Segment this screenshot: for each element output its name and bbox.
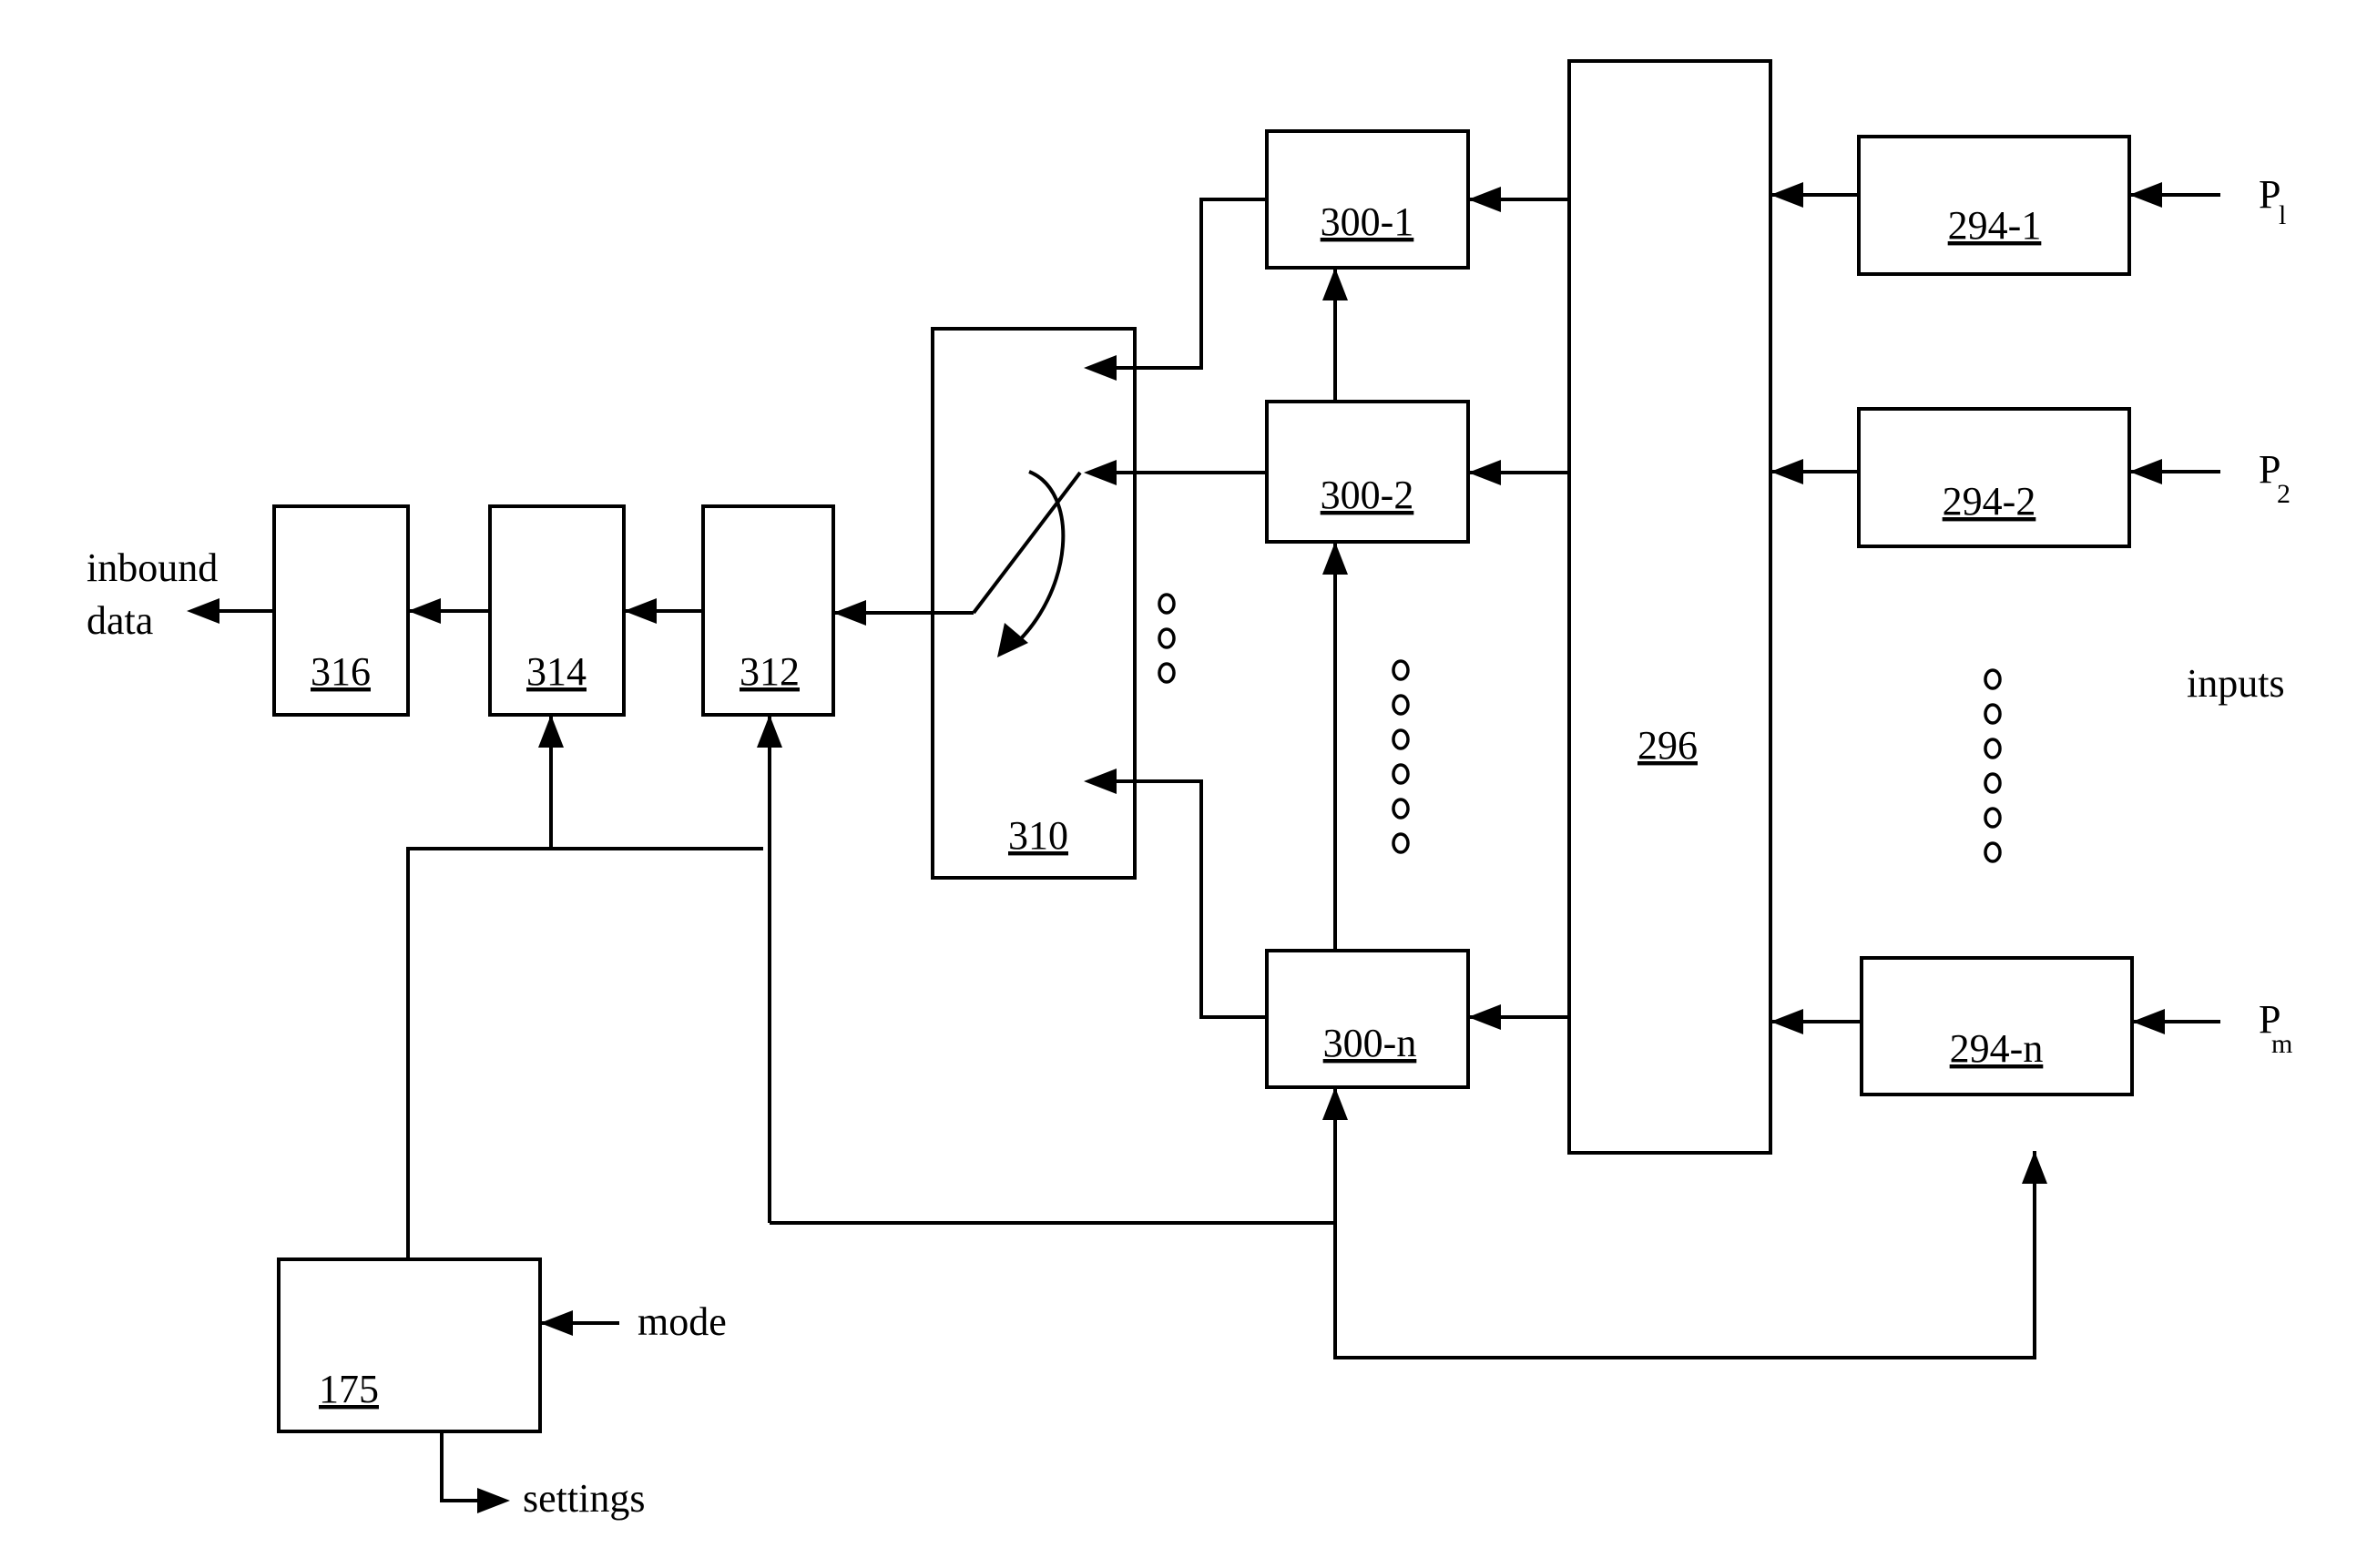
label-pm-sub: m xyxy=(2271,1029,2292,1059)
control-to-294 xyxy=(1333,1151,2036,1359)
port-ellipsis-dot xyxy=(1984,703,2002,725)
ellipsis-processors xyxy=(1392,659,1410,854)
block-312: 312 xyxy=(701,504,835,717)
arrow-to-294-control-icon xyxy=(2022,1151,2047,1184)
arrow-to-312-control-icon xyxy=(757,715,782,748)
processor-ellipsis-dot xyxy=(1392,798,1410,820)
arrow-to-294-n-icon xyxy=(2132,1009,2165,1034)
arrow-to-300-n-up-icon xyxy=(1322,1087,1348,1120)
label-p1-base: P xyxy=(2259,172,2280,217)
arrow-mode-into-175-icon xyxy=(540,1310,573,1336)
block-300-2-label: 300-2 xyxy=(1321,473,1414,517)
block-300-n-label: 300-n xyxy=(1323,1021,1417,1065)
label-p2: P 2 xyxy=(2259,447,2290,509)
arrow-to-296-c-icon xyxy=(1770,1009,1803,1034)
block-294-1: 294-1 xyxy=(1857,135,2131,276)
switch-ellipsis-dot xyxy=(1158,627,1176,649)
arrow-to-300-2-icon xyxy=(1468,460,1501,485)
arrow-to-314-control-icon xyxy=(538,715,564,748)
block-294-2: 294-2 xyxy=(1857,407,2131,548)
block-294-n: 294-n xyxy=(1860,956,2134,1096)
switch-ellipsis-dot xyxy=(1158,662,1176,684)
ellipsis-input-ports xyxy=(1984,668,2002,863)
arrow-to-316-icon xyxy=(408,598,441,624)
processor-ellipsis-dot xyxy=(1392,728,1410,750)
switch-ellipsis-dot xyxy=(1158,593,1176,615)
arrow-to-300-1-up-icon xyxy=(1322,268,1348,300)
block-diagram: 316 314 312 310 300-1 300-2 300-n 296 29… xyxy=(87,59,2292,1521)
block-310-label: 310 xyxy=(1008,813,1068,858)
ellipsis-switch-inputs xyxy=(1158,593,1176,684)
processor-ellipsis-dot xyxy=(1392,694,1410,716)
arrow-to-settings-icon xyxy=(477,1488,510,1513)
port-ellipsis-dot xyxy=(1984,668,2002,690)
block-294-n-label: 294-n xyxy=(1950,1026,2044,1071)
block-296-label: 296 xyxy=(1638,723,1698,768)
arrow-to-294-1-icon xyxy=(2129,182,2162,208)
arrow-to-294-2-icon xyxy=(2129,459,2162,484)
arrow-to-314-icon xyxy=(624,598,657,624)
block-294-1-label: 294-1 xyxy=(1948,203,2042,248)
label-inputs: inputs xyxy=(2187,661,2285,706)
processor-ellipsis-dot xyxy=(1392,832,1410,854)
arrow-to-output-icon xyxy=(187,598,219,624)
label-inbound: inbound xyxy=(87,545,218,590)
arrow-to-296-a-icon xyxy=(1770,182,1803,208)
label-p1-sub: l xyxy=(2279,200,2286,230)
arrow-to-300-n-icon xyxy=(1468,1004,1501,1030)
port-ellipsis-dot xyxy=(1984,841,2002,863)
port-ellipsis-dot xyxy=(1984,807,2002,829)
arrow-to-300-1-icon xyxy=(1468,187,1501,212)
label-pm: P m xyxy=(2259,997,2292,1059)
label-settings: settings xyxy=(523,1476,645,1521)
label-p2-sub: 2 xyxy=(2277,479,2290,509)
block-300-1-label: 300-1 xyxy=(1321,199,1414,244)
block-314: 314 xyxy=(488,504,626,717)
block-312-label: 312 xyxy=(740,649,800,694)
control-bus-main xyxy=(406,847,763,1259)
wire-175-to-settings xyxy=(440,1431,505,1502)
block-300-1: 300-1 xyxy=(1265,129,1470,270)
label-p1: P l xyxy=(2259,172,2286,230)
processor-ellipsis-dot xyxy=(1392,659,1410,681)
label-mode: mode xyxy=(638,1299,727,1344)
port-ellipsis-dot xyxy=(1984,772,2002,794)
block-175-label: 175 xyxy=(319,1367,379,1411)
arrow-to-300-2-up-icon xyxy=(1322,542,1348,575)
block-300-n: 300-n xyxy=(1265,949,1470,1089)
block-294-2-label: 294-2 xyxy=(1943,479,2036,524)
block-314-label: 314 xyxy=(526,649,587,694)
label-data: data xyxy=(87,598,153,643)
arrow-to-296-b-icon xyxy=(1770,459,1803,484)
block-300-2: 300-2 xyxy=(1265,400,1470,544)
block-296: 296 xyxy=(1567,59,1772,1155)
block-316: 316 xyxy=(272,504,410,717)
block-310-switch: 310 xyxy=(931,327,1137,880)
block-316-label: 316 xyxy=(311,649,371,694)
processor-ellipsis-dot xyxy=(1392,763,1410,785)
port-ellipsis-dot xyxy=(1984,738,2002,759)
arrow-to-312-icon xyxy=(833,600,866,626)
block-175-controller: 175 xyxy=(277,1257,542,1433)
